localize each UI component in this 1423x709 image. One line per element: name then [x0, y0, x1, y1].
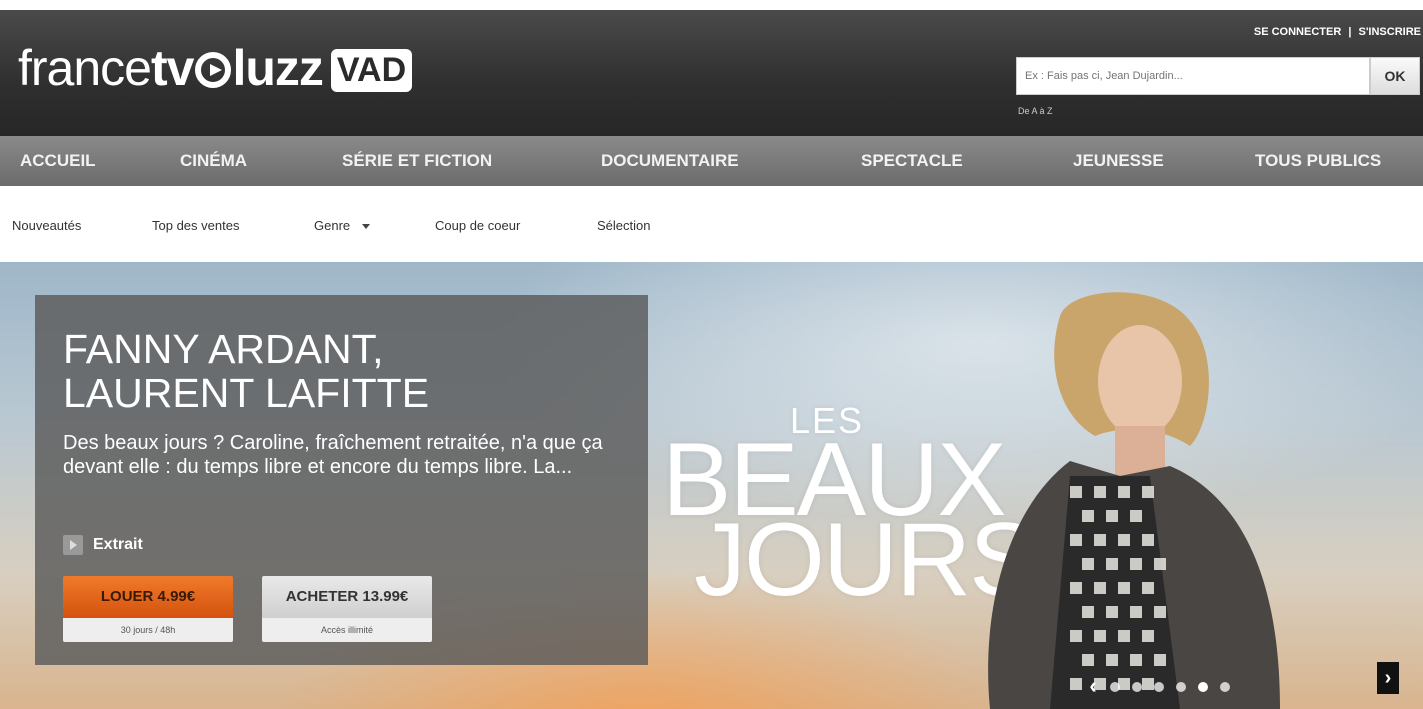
main-nav: ACCUEIL CINÉMA SÉRIE ET FICTION DOCUMENT… — [0, 136, 1423, 186]
nav-spectacle[interactable]: SPECTACLE — [861, 136, 963, 186]
subnav-nouveautes[interactable]: Nouveautés — [12, 218, 81, 233]
actress-illustration — [988, 292, 1280, 709]
carousel-dot[interactable] — [1220, 682, 1230, 692]
nav-serie-fiction[interactable]: SÉRIE ET FICTION — [342, 136, 492, 186]
play-icon — [63, 535, 83, 555]
extrait-link[interactable]: Extrait — [63, 535, 143, 555]
account-links: SE CONNECTER | S'INSCRIRE — [1252, 26, 1423, 38]
hero-info-panel: FANNY ARDANT, LAURENT LAFITTE Des beaux … — [35, 295, 648, 665]
carousel-dot[interactable] — [1154, 682, 1164, 692]
a-to-z-link[interactable]: De A à Z — [1018, 106, 1053, 116]
carousel-next-button[interactable]: › — [1377, 662, 1399, 694]
vad-badge: VAD — [330, 48, 413, 92]
subnav-coup-de-coeur[interactable]: Coup de coeur — [435, 218, 520, 233]
carousel-prev-button[interactable]: ‹ — [1082, 670, 1104, 702]
nav-jeunesse[interactable]: JEUNESSE — [1073, 136, 1164, 186]
play-logo-icon — [195, 52, 232, 88]
register-link[interactable]: S'INSCRIRE — [1358, 26, 1421, 38]
sub-nav: Nouveautés Top des ventes Genre Coup de … — [0, 186, 1423, 262]
subnav-selection[interactable]: Sélection — [597, 218, 650, 233]
subnav-genre[interactable]: Genre — [314, 218, 371, 233]
nav-tous-publics[interactable]: TOUS PUBLICS — [1255, 136, 1381, 186]
chevron-down-icon — [362, 224, 371, 230]
carousel-dot[interactable] — [1176, 682, 1186, 692]
carousel-dot[interactable] — [1132, 682, 1142, 692]
rent-button[interactable]: LOUER 4.99€ 30 jours / 48h — [63, 576, 233, 642]
search-box — [1016, 57, 1370, 95]
carousel-dots — [1110, 682, 1230, 692]
search-ok-button[interactable]: OK — [1370, 57, 1420, 95]
login-link[interactable]: SE CONNECTER — [1254, 26, 1341, 38]
carousel-dot[interactable] — [1110, 682, 1120, 692]
hero-description: Des beaux jours ? Caroline, fraîchement … — [63, 432, 603, 478]
account-separator: | — [1348, 26, 1352, 38]
hero-title: FANNY ARDANT, LAURENT LAFITTE — [63, 326, 430, 416]
nav-cinema[interactable]: CINÉMA — [180, 136, 247, 186]
logo[interactable]: france tv luzz VAD — [18, 38, 413, 98]
carousel-dot[interactable] — [1198, 682, 1208, 692]
buy-button[interactable]: ACHETER 13.99€ Accès illimité — [262, 576, 432, 642]
subnav-top-ventes[interactable]: Top des ventes — [152, 218, 239, 233]
nav-accueil[interactable]: ACCUEIL — [20, 136, 96, 186]
search-input[interactable] — [1017, 58, 1369, 94]
nav-documentaire[interactable]: DOCUMENTAIRE — [601, 136, 739, 186]
hero-banner[interactable]: LES BEAUX JOURS FANNY ARDANT, LAURENT LA… — [0, 262, 1423, 709]
